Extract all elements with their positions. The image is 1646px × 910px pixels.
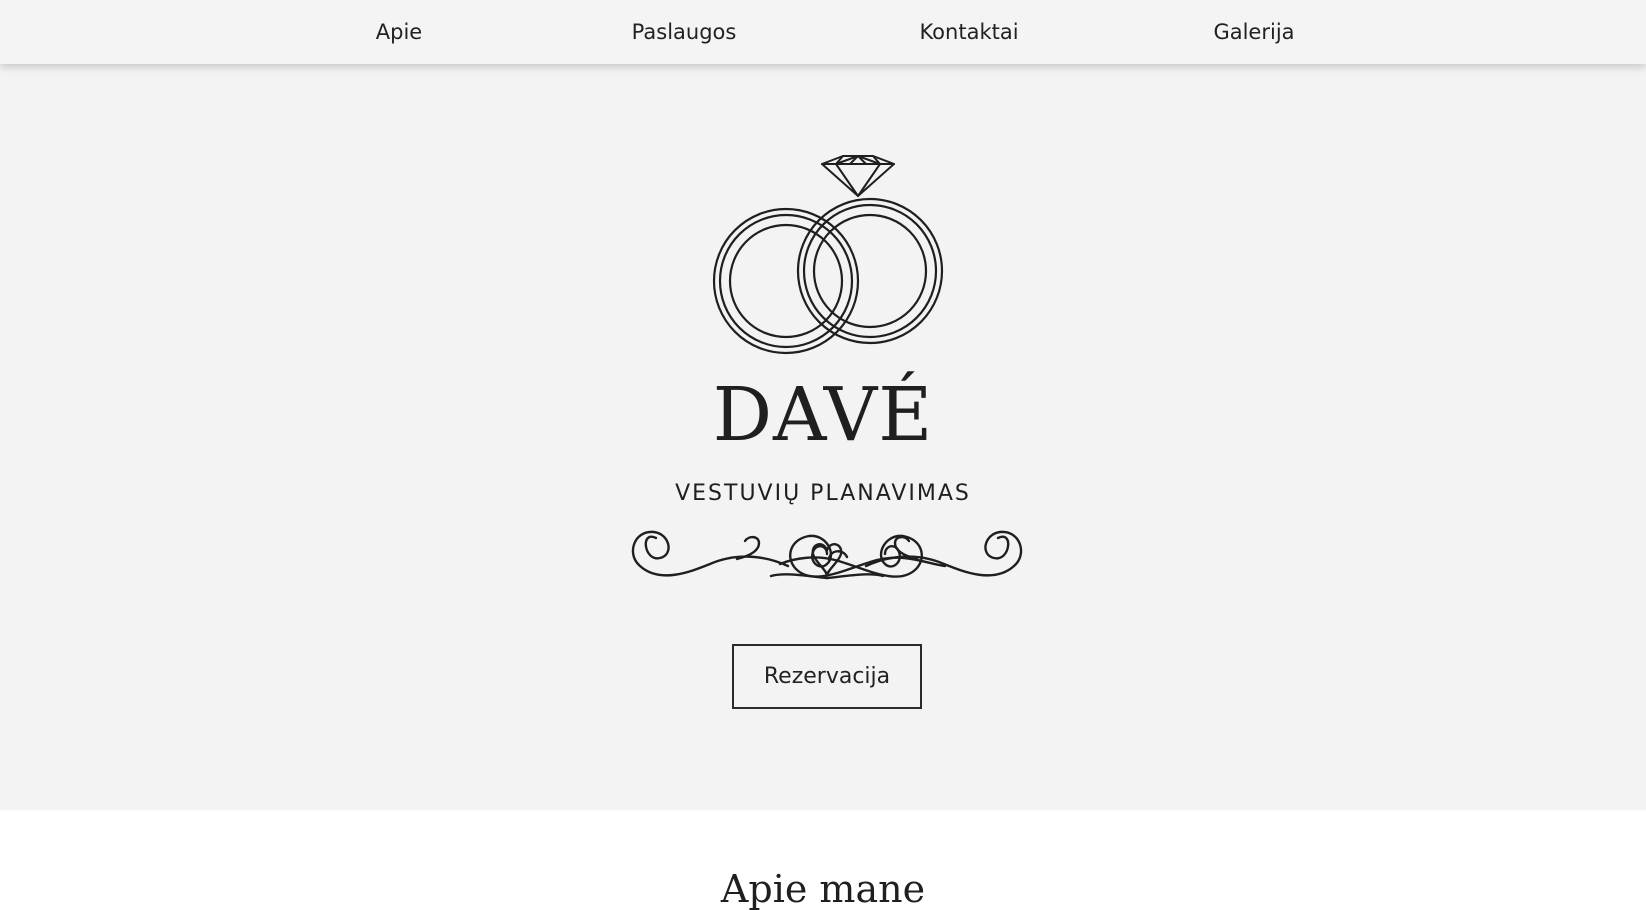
about-section-title: Apie mane [720,867,926,910]
nav-link-kontaktai[interactable]: Kontaktai [919,0,1018,64]
nav-link-paslaugos[interactable]: Paslaugos [632,0,737,64]
brand-name: DAVÉ [712,372,934,458]
reserve-button[interactable]: Rezervacija [732,644,922,709]
nav-link-galerija[interactable]: Galerija [1213,0,1294,64]
brand-tagline: VESTUVIŲ PLANAVIMAS [675,481,971,506]
heart-swirl-divider-icon [631,530,1023,580]
hero-section: DAVÉ VESTUVIŲ PLANAVIMAS Rezervacija [0,64,1646,810]
nav-link-apie[interactable]: Apie [376,0,422,64]
top-navigation: Apie Paslaugos Kontaktai Galerija [0,0,1646,64]
